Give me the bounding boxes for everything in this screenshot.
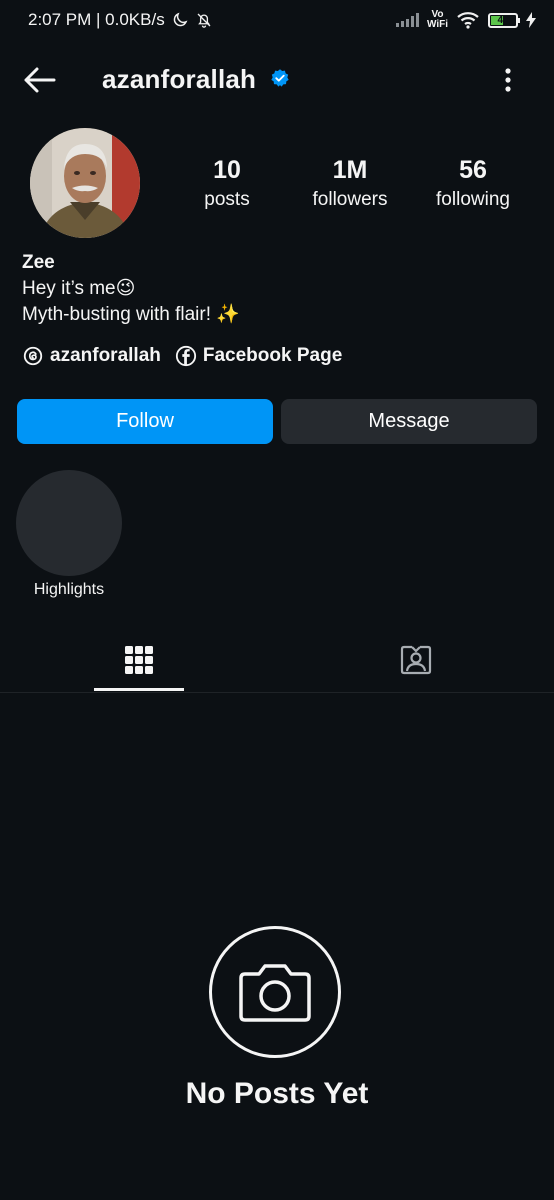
following-label: following — [436, 189, 510, 210]
posts-label: posts — [204, 189, 250, 210]
back-arrow-icon — [24, 67, 56, 93]
bio-line: Hey it’s me😉 — [22, 278, 136, 299]
facebook-link[interactable]: Facebook Page — [175, 345, 342, 367]
posts-count: 10 — [213, 156, 241, 184]
following-stat[interactable]: 56 following — [413, 156, 533, 211]
battery-icon: 45 — [488, 12, 520, 28]
following-count: 56 — [459, 156, 487, 184]
avatar-photo — [30, 128, 140, 238]
status-bar: 2:07 PM | 0.0KB/s Vo WiFi 45 — [0, 0, 554, 40]
grid-icon — [124, 646, 153, 674]
more-vertical-icon — [505, 68, 511, 92]
profile-name: Zee — [22, 252, 55, 273]
empty-state-title: No Posts Yet — [185, 1077, 369, 1110]
status-time: 2:07 PM | 0.0KB/s — [28, 10, 165, 29]
posts-stat: 10 posts — [167, 156, 287, 211]
message-button[interactable]: Message — [281, 399, 537, 444]
camera-icon — [239, 964, 311, 1022]
profile-bio: Zee Hey it’s me😉 Myth-busting with flair… — [22, 250, 240, 328]
moon-icon — [173, 12, 188, 27]
profile-header: azanforallah — [0, 50, 554, 110]
profile-links: azanforallah Facebook Page — [22, 345, 342, 367]
more-options-button[interactable] — [496, 65, 520, 95]
threads-link-label: azanforallah — [50, 345, 161, 366]
verified-badge-icon — [271, 69, 289, 87]
facebook-link-label: Facebook Page — [202, 345, 343, 366]
content-tabs — [0, 630, 554, 693]
back-button[interactable] — [22, 64, 58, 96]
tab-posts-grid[interactable] — [0, 630, 277, 690]
followers-stat[interactable]: 1M followers — [290, 156, 410, 211]
bio-line: Myth-busting with flair! ✨ — [22, 304, 240, 325]
active-tab-indicator — [94, 688, 184, 691]
signal-icon — [395, 13, 419, 27]
profile-avatar[interactable] — [30, 128, 140, 238]
header-username: azanforallah — [102, 64, 257, 94]
tab-tagged[interactable] — [277, 630, 554, 690]
follow-button[interactable]: Follow — [17, 399, 273, 444]
followers-count: 1M — [332, 156, 368, 184]
empty-state-circle — [209, 926, 341, 1058]
followers-label: followers — [312, 189, 388, 210]
highlight-circle[interactable] — [16, 470, 122, 576]
highlight-label: Highlights — [33, 581, 105, 598]
threads-link[interactable]: azanforallah — [22, 345, 161, 367]
charging-icon — [526, 12, 536, 28]
vowifi-label: Vo WiFi — [426, 9, 448, 30]
facebook-icon — [175, 345, 196, 367]
tagged-icon — [400, 645, 431, 675]
threads-icon — [23, 346, 43, 366]
bell-muted-icon — [197, 13, 211, 28]
wifi-icon — [457, 12, 479, 29]
